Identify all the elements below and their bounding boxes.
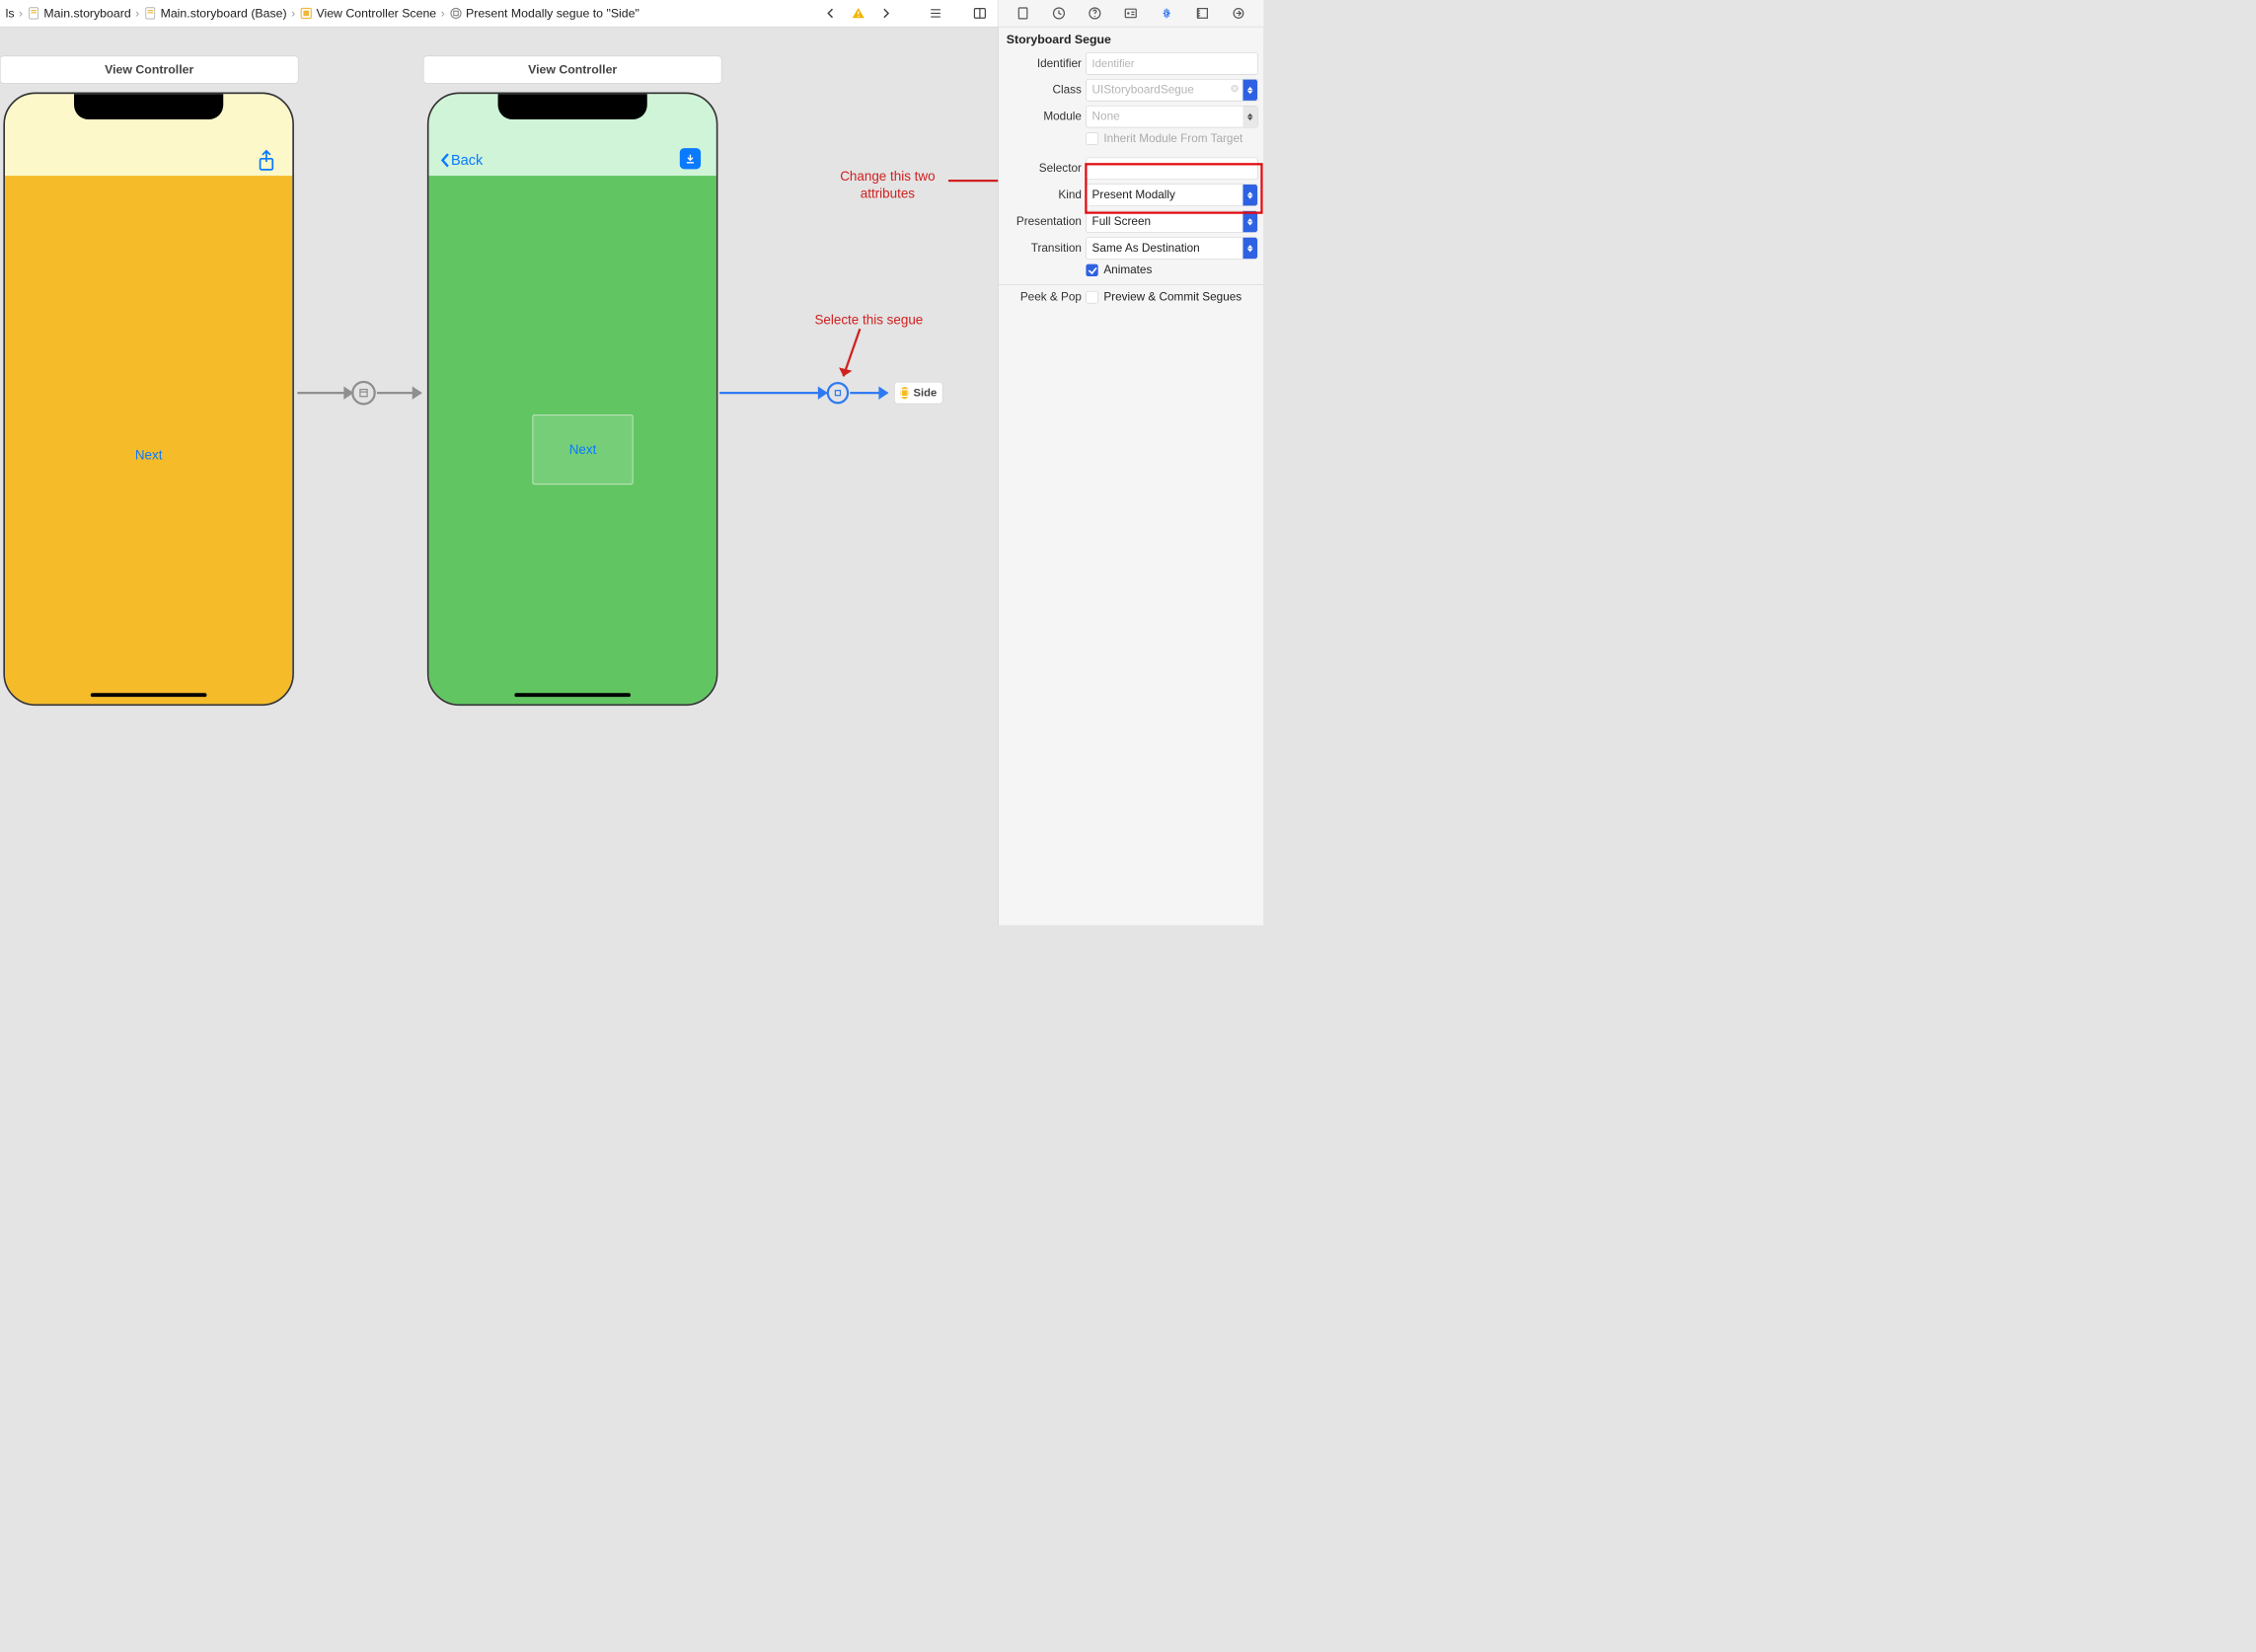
dropdown-caret-icon [1242,107,1257,127]
breadcrumb-label: View Controller Scene [316,6,436,21]
checkbox-label: Preview & Commit Segues [1103,291,1241,304]
outline-toggle-button[interactable] [928,6,943,22]
dropdown-caret-icon [1242,185,1257,205]
class-select[interactable]: UIStoryboardSegue [1086,79,1257,101]
segue-icon [449,7,462,20]
breadcrumb-item[interactable]: Present Modally segue to "Side" [447,5,641,22]
view-controller-preview[interactable]: Next [3,93,294,707]
issues-button[interactable] [851,6,866,22]
share-icon[interactable] [257,149,275,173]
identity-inspector-tab[interactable] [1121,4,1140,23]
section-title: Storyboard Segue [999,27,1263,50]
identifier-input[interactable] [1086,52,1257,74]
field-label: Class [999,84,1082,97]
field-label: Module [999,110,1082,122]
segue-line-selected[interactable] [719,392,827,394]
kind-select[interactable]: Present Modally [1086,184,1257,205]
annotation-arrow [838,329,871,391]
field-label: Selector [999,162,1082,175]
breadcrumb: ls › Main.storyboard › Main.storyboard (… [0,5,813,22]
dropdown-caret-icon [1242,80,1257,101]
module-select[interactable]: None [1086,106,1257,127]
dropdown-caret-icon [1242,211,1257,232]
breadcrumb-item[interactable]: View Controller Scene [297,5,438,22]
storyboard-reference-icon [900,387,909,399]
inspector-panel: Storyboard Segue Identifier Class UIStor… [998,27,1263,925]
checkbox-label: Inherit Module From Target [1103,132,1242,145]
next-button-label: Next [569,442,597,458]
scene-icon [300,7,313,20]
storyboard-file-icon [28,7,40,20]
breadcrumb-item[interactable]: Main.storyboard (Base) [142,5,289,22]
divider [999,284,1263,285]
inspector-toolbar-area [998,0,1263,27]
present-modally-icon [357,387,369,399]
transition-select[interactable]: Same As Destination [1086,237,1257,259]
scene-title-bar[interactable]: View Controller [423,56,721,84]
nav-back-button[interactable] [823,6,839,22]
breadcrumb-item[interactable]: Main.storyboard [25,5,133,22]
breadcrumb-label: Present Modally segue to "Side" [466,6,639,21]
checkbox-label: Animates [1103,263,1152,276]
chevron-left-icon [440,152,450,168]
breadcrumb-label: Main.storyboard [43,6,130,21]
scene-title: View Controller [528,62,617,77]
inherit-module-checkbox[interactable] [1086,132,1097,144]
segue-line[interactable] [297,392,352,394]
back-button[interactable]: Back [440,151,484,168]
adjust-editor-button[interactable] [972,6,988,22]
home-indicator [91,693,207,697]
field-label: Peek & Pop [999,291,1082,304]
field-label: Identifier [999,57,1082,70]
storyboard-reference-label: Side [914,387,938,400]
chevron-right-icon: › [291,6,295,21]
breadcrumb-label: ls [6,6,15,21]
chevron-right-icon: › [19,6,23,21]
annotation-arrow [948,176,998,188]
scene-title: View Controller [105,62,193,77]
file-inspector-tab[interactable] [1014,4,1032,23]
inspector-tabs [998,0,1263,27]
selector-input[interactable] [1086,158,1257,180]
container-view[interactable]: Next [532,414,633,485]
home-indicator [514,693,631,697]
field-label: Kind [999,188,1082,201]
chevron-right-icon: › [135,6,139,21]
connections-inspector-tab[interactable] [1230,4,1248,23]
size-inspector-tab[interactable] [1193,4,1212,23]
peek-pop-checkbox[interactable] [1086,291,1097,303]
storyboard-canvas[interactable]: View Controller View Controller Next Bac… [0,27,998,925]
view-body [5,176,292,704]
presentation-select[interactable]: Full Screen [1086,210,1257,232]
chevron-right-icon: › [441,6,445,21]
field-label: Transition [999,242,1082,255]
annotation-text: Selecte this segue [814,312,923,329]
toolbar-right [813,6,998,22]
device-notch [498,93,647,119]
device-notch [74,93,223,119]
breadcrumb-label: Main.storyboard (Base) [161,6,287,21]
field-label: Presentation [999,215,1082,228]
next-button[interactable]: Next [135,448,163,464]
nav-forward-button[interactable] [878,6,894,22]
animates-checkbox[interactable] [1086,264,1097,276]
segue-line-selected[interactable] [850,392,887,394]
clear-icon[interactable] [1230,84,1240,97]
segue-line[interactable] [377,392,421,394]
scene-title-bar[interactable]: View Controller [0,56,298,84]
annotation-text: Change this two attributes [840,168,935,202]
download-icon[interactable] [680,148,701,169]
view-controller-preview[interactable]: Back Next [427,93,718,707]
breadcrumb-item[interactable]: ls [3,5,16,22]
dropdown-caret-icon [1242,238,1257,259]
storyboard-reference[interactable]: Side [894,382,942,404]
attributes-inspector-tab[interactable] [1158,4,1176,23]
segue-node[interactable] [351,381,376,406]
history-inspector-tab[interactable] [1049,4,1068,23]
help-inspector-tab[interactable] [1086,4,1104,23]
toolbar: ls › Main.storyboard › Main.storyboard (… [0,0,1263,27]
storyboard-file-icon [144,7,157,20]
